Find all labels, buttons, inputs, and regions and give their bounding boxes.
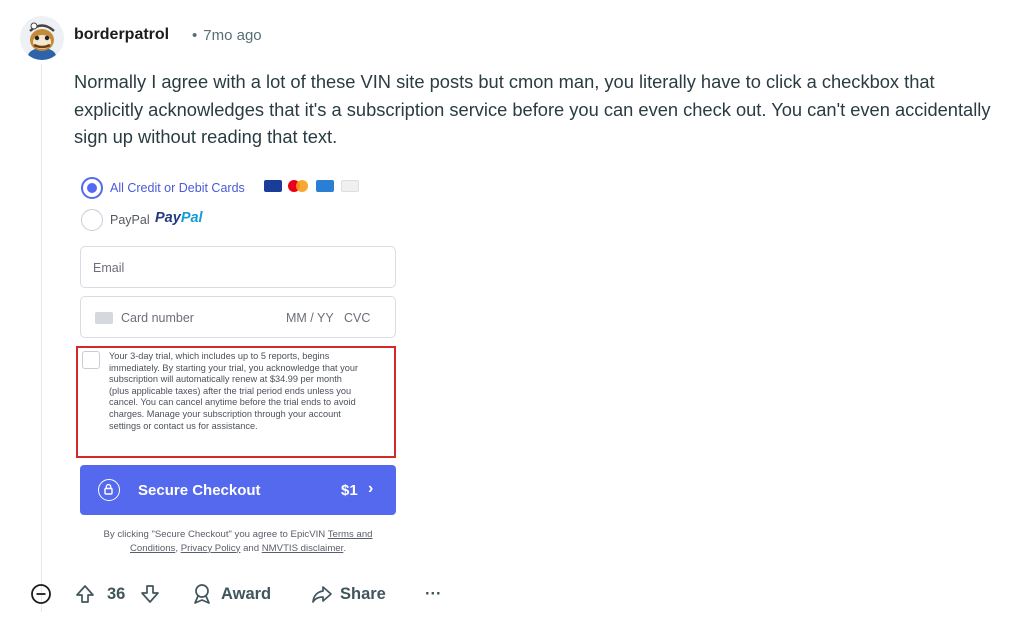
- comment-time[interactable]: 7mo ago: [203, 27, 261, 44]
- downvote-arrow-icon: [141, 585, 159, 603]
- collapse-icon: [31, 584, 51, 604]
- collapse-thread-button[interactable]: [30, 580, 52, 608]
- comment-meta: • 7mo ago: [192, 27, 262, 44]
- upvote-button[interactable]: [74, 580, 96, 608]
- award-icon: [194, 584, 210, 604]
- author-username[interactable]: borderpatrol: [74, 26, 169, 44]
- email-placeholder: Email: [93, 261, 125, 275]
- chevron-right-icon: ›: [368, 480, 374, 497]
- lock-icon: [98, 479, 120, 501]
- paypal-radio: [81, 209, 103, 231]
- award-label: Award: [221, 584, 272, 603]
- cards-radio: [81, 177, 103, 199]
- share-icon: [312, 586, 332, 603]
- thread-line: [41, 64, 42, 612]
- email-field: [80, 246, 396, 288]
- meta-separator: •: [192, 27, 198, 44]
- card-number-placeholder: Card number: [121, 311, 194, 325]
- privacy-link: Privacy Policy: [180, 542, 241, 554]
- consent-checkbox: [82, 351, 100, 369]
- comment-body: Normally I agree with a lot of these VIN…: [74, 71, 991, 147]
- checkout-price: $1: [341, 482, 358, 499]
- upvote-arrow-icon: [76, 585, 94, 603]
- share-button[interactable]: Share: [310, 580, 386, 608]
- more-options-icon: ···: [425, 584, 442, 603]
- avatar[interactable]: [20, 16, 64, 60]
- discover-icon: [341, 180, 359, 192]
- downvote-button[interactable]: [139, 580, 161, 608]
- visa-icon: [264, 180, 282, 192]
- share-label: Share: [340, 584, 386, 603]
- amex-icon: [316, 180, 334, 192]
- more-options-button[interactable]: ···: [425, 580, 441, 608]
- paypal-option-label: PayPal: [110, 213, 150, 227]
- snoo-avatar-icon: [28, 22, 56, 60]
- cvc-placeholder: CVC: [344, 311, 371, 325]
- mastercard-icon: [288, 180, 310, 192]
- nmvtis-link: NMVTIS disclaimer: [261, 542, 344, 554]
- secure-checkout-button: Secure Checkout $1 ›: [80, 465, 396, 515]
- expiry-placeholder: MM / YY: [286, 311, 334, 325]
- terms-text: By clicking "Secure Checkout" you agree …: [103, 529, 373, 554]
- award-button[interactable]: Award: [190, 580, 271, 608]
- cards-option-label: All Credit or Debit Cards: [110, 181, 245, 195]
- credit-card-icon: [95, 312, 113, 324]
- checkout-label: Secure Checkout: [138, 482, 261, 499]
- vote-count: 36: [107, 584, 126, 603]
- paypal-logo-icon: PayPal: [155, 210, 203, 226]
- trial-disclaimer: Your 3-day trial, which includes up to 5…: [109, 351, 359, 431]
